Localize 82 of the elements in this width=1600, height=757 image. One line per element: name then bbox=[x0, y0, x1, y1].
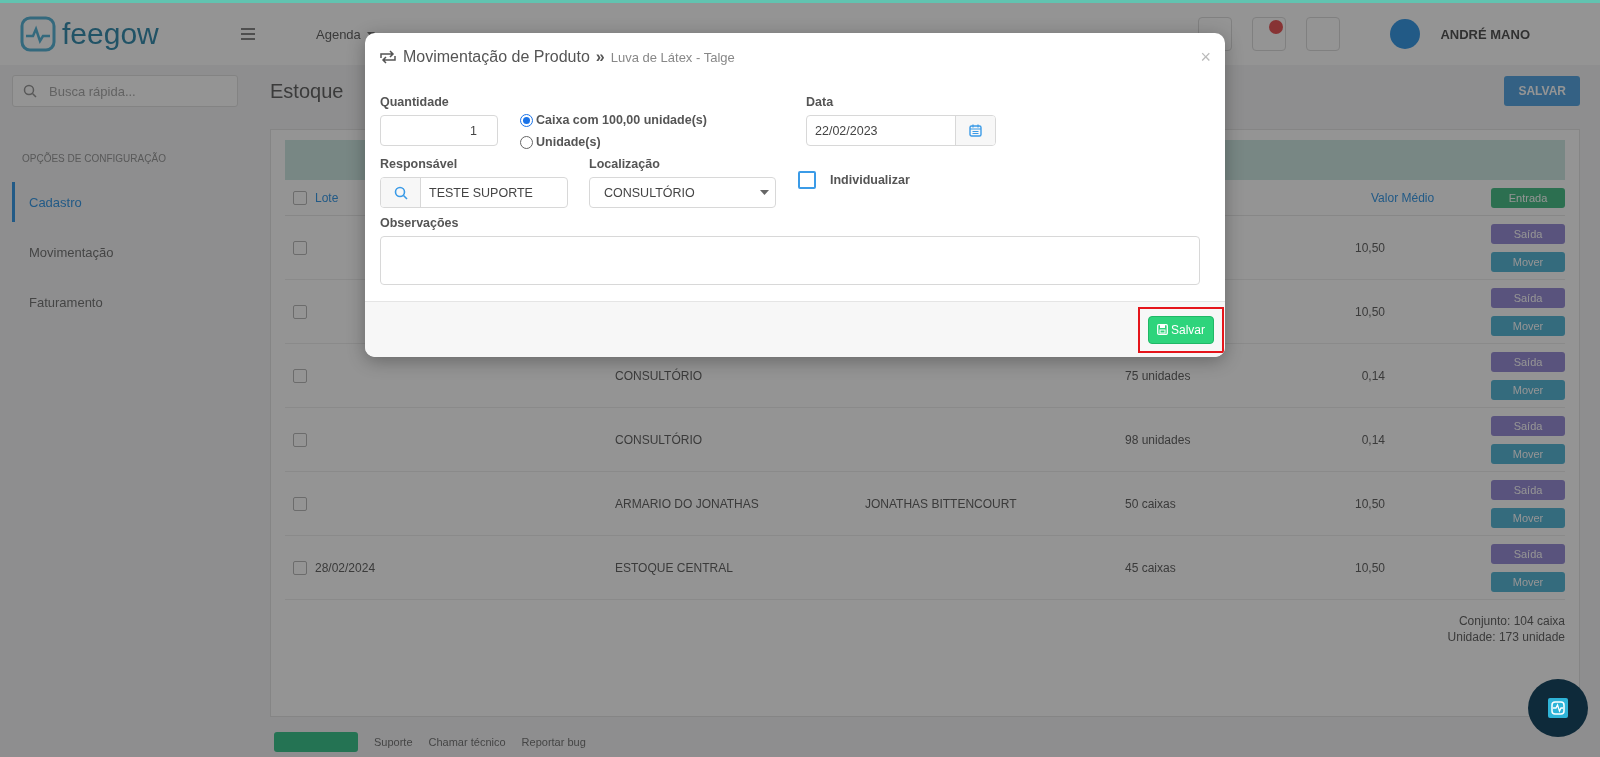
table-cell: 10,50 bbox=[1354, 496, 1385, 511]
move-button[interactable]: Mover bbox=[1491, 571, 1565, 592]
checkbox[interactable] bbox=[293, 368, 307, 383]
field-label: Data bbox=[806, 95, 835, 109]
table-cell: 75 unidades bbox=[1125, 368, 1191, 383]
exit-button[interactable]: Saída bbox=[1491, 287, 1565, 308]
checkbox[interactable] bbox=[293, 190, 307, 205]
search-icon bbox=[23, 84, 37, 98]
save-button[interactable]: Salvar bbox=[1148, 315, 1214, 344]
field-label: Observações bbox=[380, 216, 460, 230]
table-cell: CONSULTÓRIO bbox=[615, 432, 703, 447]
checkbox[interactable] bbox=[293, 432, 307, 447]
toolbar-button[interactable]: SALVAR bbox=[1504, 76, 1580, 106]
move-button[interactable]: Mover bbox=[1491, 315, 1565, 336]
column-header: Lote bbox=[315, 190, 339, 205]
menu-icon[interactable] bbox=[240, 27, 256, 41]
sidebar-item[interactable]: Movimentação bbox=[12, 232, 238, 272]
table-cell: CONSULTÓRIO bbox=[615, 368, 703, 383]
move-button[interactable]: Mover bbox=[1491, 379, 1565, 400]
table-cell: 10,50 bbox=[1354, 560, 1385, 575]
table-cell: 50 caixas bbox=[1125, 496, 1176, 511]
table-cell: 0,14 bbox=[1361, 368, 1385, 383]
table-cell: 98 unidades bbox=[1125, 432, 1191, 447]
notification-button[interactable] bbox=[1252, 17, 1287, 51]
page-title: Estoque bbox=[270, 79, 344, 103]
column-header: Valor Médio bbox=[1371, 190, 1436, 205]
total-text: Unidade: 173 unidade bbox=[1447, 630, 1565, 644]
move-button[interactable]: Mover bbox=[1491, 507, 1565, 528]
separator-text: » bbox=[595, 48, 605, 66]
caret-icon bbox=[760, 190, 769, 195]
checkbox[interactable] bbox=[293, 496, 307, 511]
responsible-field[interactable]: TESTE SUPORTE bbox=[380, 177, 568, 208]
table-cell: 10,50 bbox=[1354, 240, 1385, 255]
entry-button[interactable]: Entrada bbox=[1491, 187, 1565, 208]
field-label: Quantidade bbox=[380, 95, 450, 109]
notification-badge bbox=[1269, 20, 1284, 34]
total-text: Conjunto: 104 caixa bbox=[1457, 614, 1565, 628]
exit-button[interactable]: Saída bbox=[1491, 223, 1565, 244]
dialog-subtitle: Luva de Látex - Talge bbox=[610, 49, 735, 65]
logo-icon bbox=[20, 16, 56, 52]
notes-field[interactable] bbox=[380, 236, 1200, 285]
table-cell: 28/02/2024 bbox=[315, 560, 376, 575]
table-cell: JONATHAS BITTENCOURT bbox=[865, 496, 1017, 511]
field-label: Responsável bbox=[380, 157, 459, 171]
exit-button[interactable]: Saída bbox=[1491, 543, 1565, 564]
pulse-icon bbox=[1548, 698, 1568, 718]
checkbox[interactable] bbox=[798, 171, 816, 189]
radio-option[interactable]: Caixa com 100,00 unidade(s) bbox=[520, 113, 790, 127]
exit-button[interactable]: Saída bbox=[1491, 415, 1565, 436]
move-button[interactable]: Mover bbox=[1491, 251, 1565, 272]
dialog-title: Movimentação de Produto bbox=[403, 48, 590, 66]
date-field[interactable]: 22/02/2023 bbox=[806, 115, 996, 146]
logo-text: feegow bbox=[62, 17, 159, 51]
sidebar-item[interactable]: Cadastro bbox=[12, 182, 238, 222]
exit-button[interactable]: Saída bbox=[1491, 351, 1565, 372]
table-cell: 45 caixas bbox=[1125, 560, 1176, 575]
sidebar-item[interactable]: Faturamento bbox=[12, 282, 238, 322]
avatar bbox=[1390, 19, 1421, 49]
table-cell: 10,50 bbox=[1354, 304, 1385, 319]
table-cell: ARMARIO DO JONATHAS bbox=[615, 496, 759, 511]
checkbox-label: Individualizar bbox=[830, 173, 910, 187]
field-label: Localização bbox=[589, 157, 661, 171]
checkbox[interactable] bbox=[293, 240, 307, 255]
table-cell: ESTOQUE CENTRAL bbox=[615, 560, 733, 575]
radio-option[interactable]: Unidade(s) bbox=[520, 135, 790, 149]
floppy-icon bbox=[1157, 324, 1168, 335]
checkbox[interactable] bbox=[293, 304, 307, 319]
checkbox[interactable] bbox=[293, 560, 307, 575]
location-dropdown[interactable]: CONSULTÓRIO bbox=[589, 177, 776, 208]
nav-link[interactable]: Agenda bbox=[316, 26, 361, 42]
footer-link[interactable]: Reportar bug bbox=[521, 736, 586, 748]
footer-link[interactable]: Chamar técnico bbox=[428, 736, 506, 748]
user-name[interactable]: ANDRÉ MANO bbox=[1440, 26, 1530, 42]
move-button[interactable]: Mover bbox=[1491, 443, 1565, 464]
transfer-icon bbox=[379, 50, 397, 64]
table-cell: 0,14 bbox=[1361, 432, 1385, 447]
search-icon bbox=[393, 185, 408, 200]
footer-link[interactable]: Suporte bbox=[374, 736, 413, 748]
quantity-field[interactable]: 1 bbox=[380, 115, 498, 146]
close-button[interactable]: × bbox=[1200, 46, 1211, 68]
calendar-icon bbox=[969, 124, 982, 137]
exit-button[interactable]: Saída bbox=[1491, 479, 1565, 500]
